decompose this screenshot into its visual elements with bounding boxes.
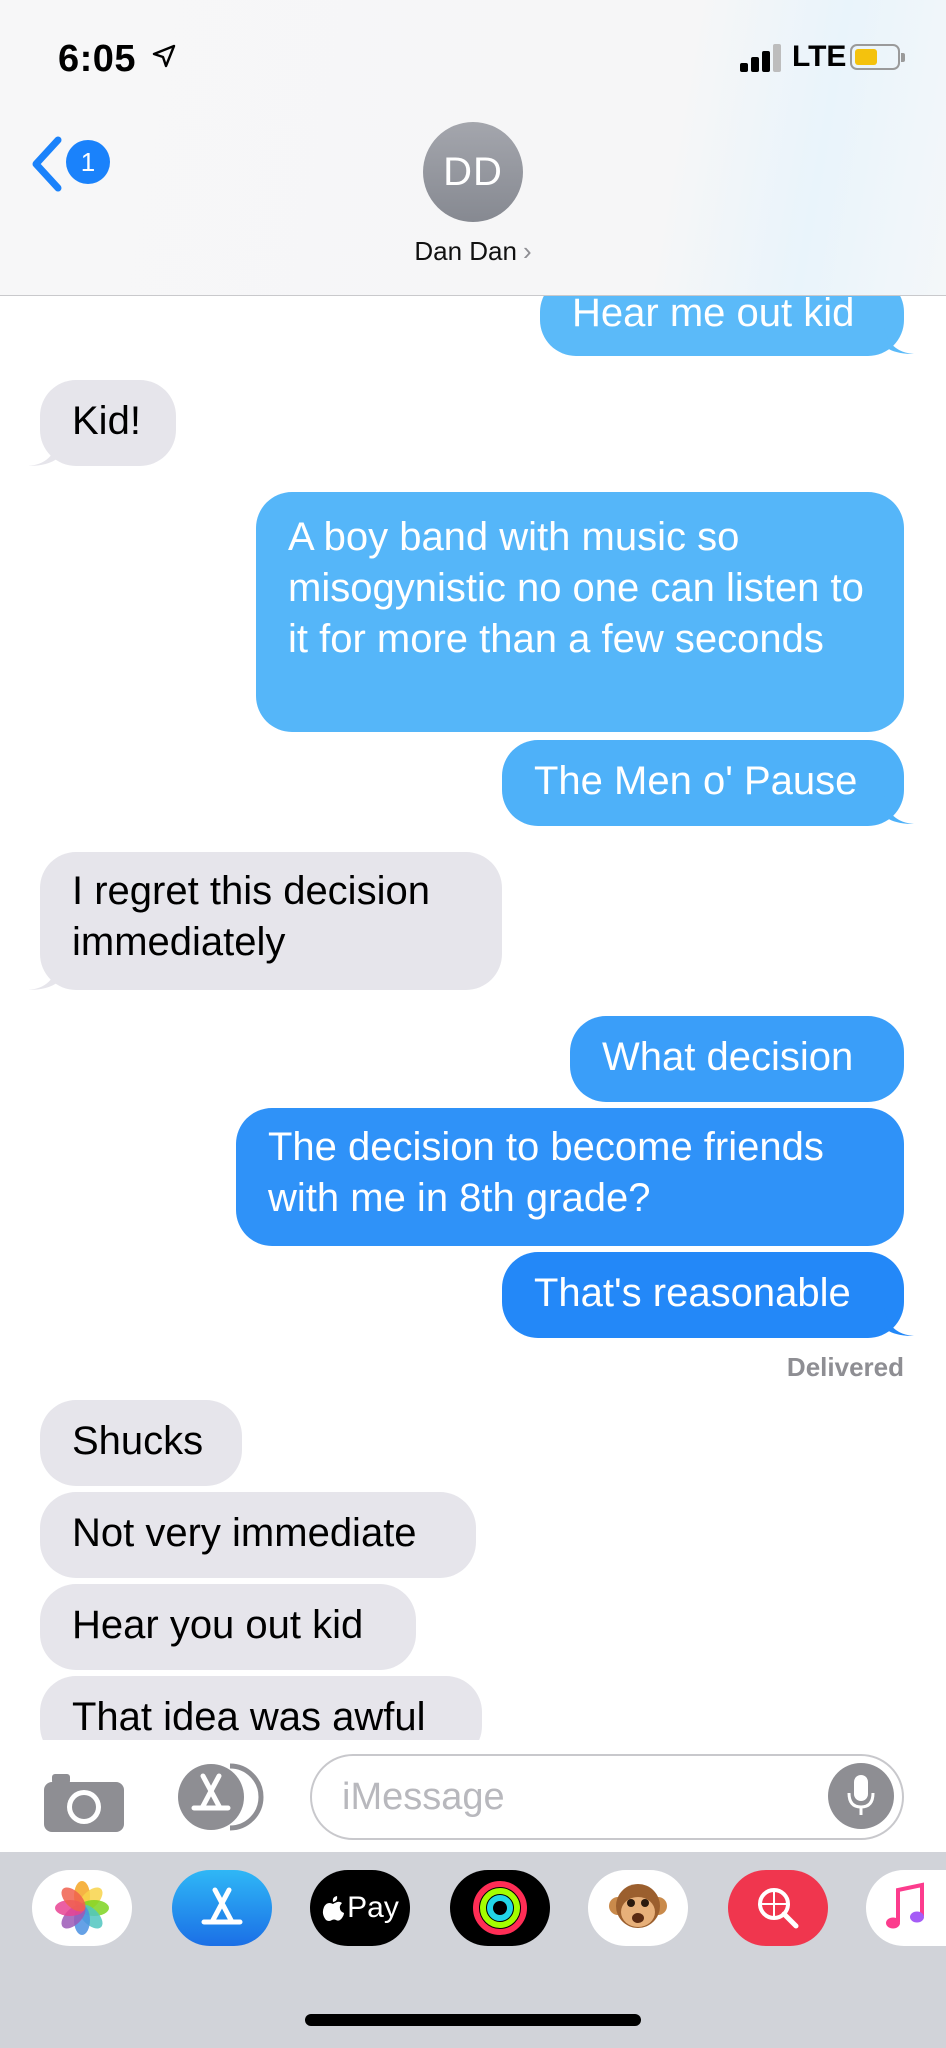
network-type: LTE xyxy=(792,40,847,73)
photos-icon[interactable] xyxy=(32,1870,132,1946)
message-text: A boy band with music so misogynistic no… xyxy=(288,515,864,661)
message-text: Hear you out kid xyxy=(72,1603,364,1647)
location-arrow-icon xyxy=(152,44,176,68)
microphone-icon[interactable] xyxy=(828,1763,894,1829)
bubble-tail xyxy=(884,326,914,354)
unread-count-badge[interactable]: 1 xyxy=(66,140,110,184)
message-bubble-incoming[interactable]: Hear you out kid xyxy=(40,1584,416,1670)
message-text: The decision to become friends with me i… xyxy=(268,1125,824,1220)
contact-name: Dan Dan xyxy=(414,236,517,266)
apple-pay-label: Pay xyxy=(347,1891,399,1924)
input-placeholder: iMessage xyxy=(342,1776,505,1818)
message-bubble-outgoing[interactable]: A boy band with music so misogynistic no… xyxy=(256,492,904,732)
avatar[interactable]: DD xyxy=(423,122,523,222)
contact-name-button[interactable]: Dan Dan › xyxy=(0,236,946,267)
message-text: That's reasonable xyxy=(534,1271,851,1315)
message-text: Shucks xyxy=(72,1419,204,1463)
message-text: That idea was awful xyxy=(72,1695,426,1739)
message-bubble-outgoing[interactable]: The decision to become friends with me i… xyxy=(236,1108,904,1246)
message-input-bar: iMessage xyxy=(0,1740,946,1852)
message-text: Kid! xyxy=(72,399,141,443)
status-time: 6:05 xyxy=(58,38,137,80)
animoji-monkey-icon[interactable] xyxy=(588,1870,688,1946)
message-bubble-incoming[interactable]: Kid! xyxy=(40,380,176,466)
activity-icon[interactable] xyxy=(450,1870,550,1946)
message-bubble-incoming[interactable]: I regret this decision immediately xyxy=(40,852,502,990)
apple-pay-icon[interactable]: Pay xyxy=(310,1870,410,1946)
imessage-app-drawer: Pay xyxy=(0,1852,946,2048)
cellular-signal-icon xyxy=(740,44,784,72)
bubble-tail xyxy=(884,1308,914,1336)
message-bubble-incoming[interactable]: Not very immediate xyxy=(40,1492,476,1578)
battery-icon xyxy=(850,44,905,70)
bubble-tail xyxy=(884,796,914,824)
delivered-status: Delivered xyxy=(786,1352,904,1382)
message-text: The Men o' Pause xyxy=(534,759,858,803)
conversation-header: 6:05 LTE 1 DD Dan Dan › xyxy=(0,0,946,296)
imessage-input[interactable]: iMessage xyxy=(310,1754,904,1840)
back-chevron-icon[interactable] xyxy=(28,136,64,192)
music-icon[interactable] xyxy=(866,1870,946,1946)
camera-icon[interactable] xyxy=(42,1770,126,1834)
app-store-icon[interactable] xyxy=(172,1870,272,1946)
app-store-icon[interactable] xyxy=(176,1762,268,1832)
home-indicator[interactable] xyxy=(305,2014,641,2026)
message-text: Not very immediate xyxy=(72,1511,417,1555)
bubble-tail xyxy=(28,962,58,990)
message-text: What decision xyxy=(602,1035,854,1079)
message-text: I regret this decision immediately xyxy=(72,869,430,964)
message-text: Hear me out kid xyxy=(572,291,855,335)
bubble-tail xyxy=(28,438,58,466)
message-bubble-outgoing[interactable]: What decision xyxy=(570,1016,904,1102)
chevron-right-icon: › xyxy=(522,236,532,266)
message-bubble-outgoing[interactable]: That's reasonable xyxy=(502,1252,904,1338)
message-bubble-outgoing[interactable]: The Men o' Pause xyxy=(502,740,904,826)
message-bubble-incoming[interactable]: Shucks xyxy=(40,1400,242,1486)
image-search-icon[interactable] xyxy=(728,1870,828,1946)
